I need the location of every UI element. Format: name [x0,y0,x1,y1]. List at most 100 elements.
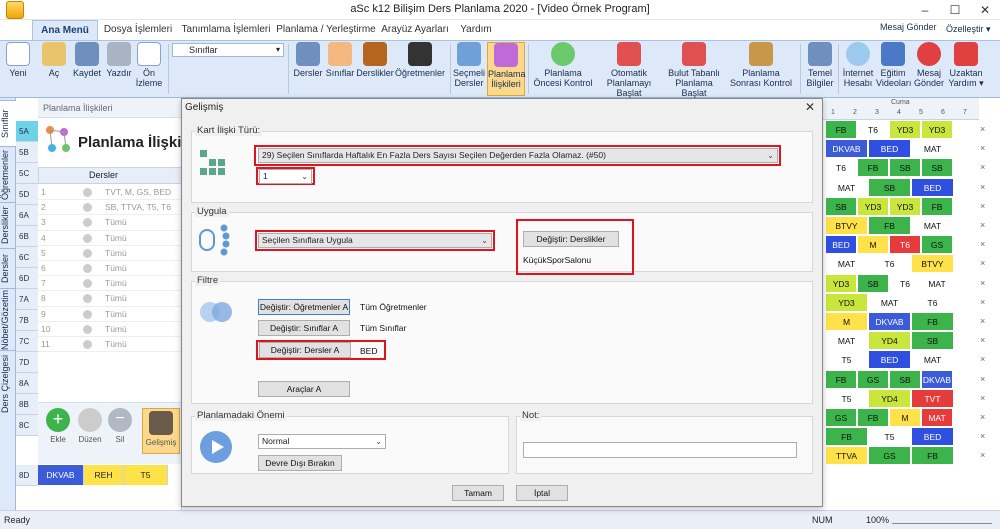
class-label[interactable]: 6D [16,268,38,289]
lesson-card[interactable]: BED [911,427,954,447]
lesson-card[interactable]: T5 [868,427,911,447]
lesson-card[interactable]: FB [911,312,954,331]
degistir-siniflar-button[interactable]: Değiştir: Sınıflar A [258,320,350,336]
lesson-card[interactable]: SB [889,158,921,178]
lesson-card[interactable]: DKVAB [825,139,868,159]
araclar-button[interactable]: Araçlar A [258,381,350,397]
remove-icon[interactable]: × [980,258,985,268]
vtab-derslikler[interactable]: Derslikler [0,202,16,248]
ogretmenler-button[interactable]: Öğretmenler [394,42,446,96]
remove-icon[interactable]: × [980,124,985,134]
class-label[interactable]: 7B [16,310,38,331]
remove-icon[interactable]: × [980,162,985,172]
lesson-card[interactable]: FB [857,408,889,427]
lesson-card[interactable]: SB [911,331,954,351]
class-label[interactable]: 6A [16,205,38,226]
lesson-card[interactable]: DKVAB [868,312,911,331]
degistir-ogretmenler-button[interactable]: Değiştir: Öğretmenler A [258,299,350,315]
ac-button[interactable]: Aç [40,42,68,96]
lesson-card[interactable]: MAT [921,408,953,427]
vtab-nobet[interactable]: Nöbet/Gözetim [0,288,16,350]
remove-icon[interactable]: × [980,412,985,422]
kart-iliski-select[interactable]: 29) Seçilen Sınıflarda Haftalık En Fazla… [258,148,778,163]
lesson-card[interactable]: MAT [868,292,911,312]
lesson-card[interactable]: MAT [825,254,868,274]
class-label[interactable]: 7C [16,331,38,352]
class-label[interactable]: 6C [16,247,38,268]
remove-icon[interactable]: × [980,374,985,384]
vtab-ders-cizelgesi[interactable]: Ders Çizelgesi [0,350,16,416]
lesson-card[interactable]: T6 [911,292,954,312]
lesson-card[interactable]: FB [825,369,857,389]
tab-ana-menu[interactable]: Ana Menü [32,20,98,40]
list-item[interactable]: 10 Tümü [38,322,182,337]
lesson-card[interactable]: TVT [911,388,954,408]
remove-icon[interactable]: × [980,354,985,364]
yeni-button[interactable]: Yeni [4,42,32,96]
class-label[interactable]: 8C [16,415,38,436]
yazdir-button[interactable]: Yazdır [104,42,134,96]
list-item[interactable]: 5 Tümü [38,246,182,261]
remove-icon[interactable]: × [980,393,985,403]
on-izleme-button[interactable]: Ön İzleme [134,42,164,96]
lesson-card[interactable]: M [889,408,921,427]
lesson-card[interactable]: T5 [124,465,168,485]
class-label[interactable]: 8A [16,373,38,394]
class-label[interactable]: 5D [16,184,38,205]
sil-button[interactable]: − Sil [102,408,138,444]
vtab-dersler[interactable]: Dersler [0,248,16,288]
lesson-card[interactable]: T6 [825,158,857,178]
lesson-card[interactable]: BED [868,350,911,370]
list-item[interactable]: 4 Tümü [38,231,182,246]
remove-icon[interactable]: × [980,297,985,307]
remove-icon[interactable]: × [980,335,985,345]
class-label[interactable]: 5A [16,121,38,142]
value-select[interactable]: 1 ⌄ [259,169,312,184]
lesson-card[interactable]: T6 [857,120,889,139]
ekle-button[interactable]: + Ekle [40,408,76,444]
list-item[interactable]: 11 Tümü [38,337,182,353]
lesson-card[interactable]: YD4 [868,388,911,408]
lesson-card[interactable]: M [825,312,868,331]
lesson-card[interactable]: FB [911,446,954,466]
tab-planlama[interactable]: Planlama / Yerleştirme [276,20,376,40]
ozellestir-link[interactable]: Özelleştir ▾ [946,24,991,35]
remove-icon[interactable]: × [980,182,985,192]
lesson-card[interactable]: YD3 [857,196,889,216]
otomatik-planlama-button[interactable]: Otomatik Planlamayı Başlat [596,42,662,98]
onem-select[interactable]: Normal ⌄ [258,434,386,449]
bulut-planlama-button[interactable]: Bulut Tabanlı Planlama Başlat [664,42,724,98]
lesson-card[interactable]: T5 [825,388,868,408]
internet-hesabi-button[interactable]: İnternet Hesabı [842,42,874,96]
tab-yardim[interactable]: Yardım [454,20,498,40]
tab-tanimlama[interactable]: Tanımlama İşlemleri [180,20,272,40]
lesson-card[interactable]: BED [868,139,911,159]
lesson-card[interactable]: FB [921,196,953,216]
lesson-card[interactable]: T6 [868,254,911,274]
remove-icon[interactable]: × [980,450,985,460]
remove-icon[interactable]: × [980,220,985,230]
mesaj-gonder-button[interactable]: Mesaj Gönder [912,42,946,96]
lesson-card[interactable]: SB [889,369,921,389]
list-item[interactable]: 7 Tümü [38,276,182,292]
maximize-button[interactable]: ☐ [940,0,970,20]
devre-disi-button[interactable]: Devre Dışı Bırakın [258,455,342,471]
lesson-card[interactable]: FB [825,120,857,139]
uygula-select[interactable]: Seçilen Sınıflara Uygula ⌄ [258,233,492,248]
lesson-card[interactable]: YD4 [868,331,911,351]
iptal-button[interactable]: İptal [516,485,568,501]
lesson-card[interactable]: T5 [825,350,868,370]
class-label[interactable]: 5B [16,142,38,163]
vtab-ogretmenler[interactable]: Öğretmenler [0,146,16,202]
class-label[interactable]: 8B [16,394,38,415]
gelismis-button[interactable]: Gelişmiş [142,408,180,454]
zoom-slider[interactable] [892,516,992,524]
lesson-card[interactable]: BED [825,235,857,255]
list-item[interactable]: 8 Tümü [38,291,182,307]
list-item[interactable]: 2 SB, TTVA, T5, T6 [38,200,182,216]
kaydet-button[interactable]: Kaydet [72,42,102,96]
lesson-card[interactable]: REH [84,465,124,485]
close-button[interactable]: ✕ [970,0,1000,20]
remove-icon[interactable]: × [980,316,985,326]
lesson-card[interactable]: BED [911,177,954,197]
